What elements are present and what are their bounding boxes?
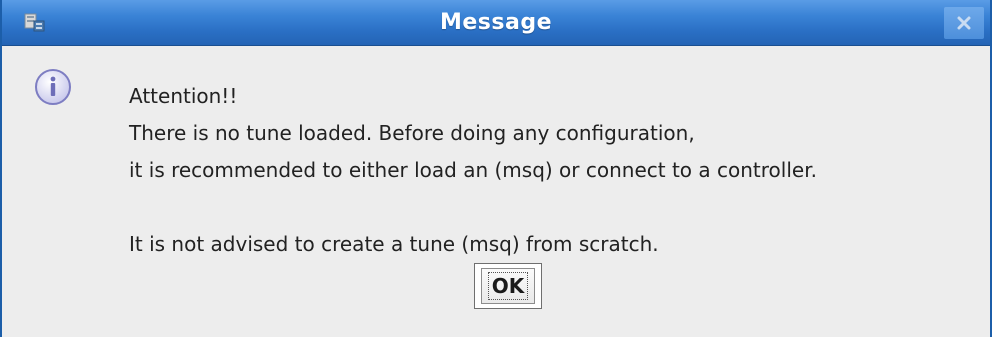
message-line-recommendation: it is recommended to either load an (msq…: [129, 158, 817, 182]
info-icon: [34, 68, 72, 106]
message-dialog-window: Message Attention!! There is no tune loa…: [0, 0, 992, 337]
app-icon[interactable]: [24, 12, 46, 32]
message-line-blank: [129, 189, 817, 226]
window-title: Message: [439, 10, 553, 35]
message-line-advice: It is not advised to create a tune (msq)…: [129, 232, 659, 256]
title-bar[interactable]: Message: [2, 0, 990, 46]
close-button[interactable]: [944, 7, 984, 39]
message-text: Attention!! There is no tune loaded. Bef…: [129, 78, 817, 263]
ok-button-label: OK: [487, 272, 529, 300]
message-line-attention: Attention!!: [129, 84, 238, 108]
dialog-content: Attention!! There is no tune loaded. Bef…: [2, 46, 990, 335]
ok-button-face[interactable]: OK: [481, 268, 535, 304]
close-icon: [957, 16, 971, 30]
message-line-no-tune: There is no tune loaded. Before doing an…: [129, 121, 695, 145]
ok-button[interactable]: OK: [474, 263, 542, 309]
